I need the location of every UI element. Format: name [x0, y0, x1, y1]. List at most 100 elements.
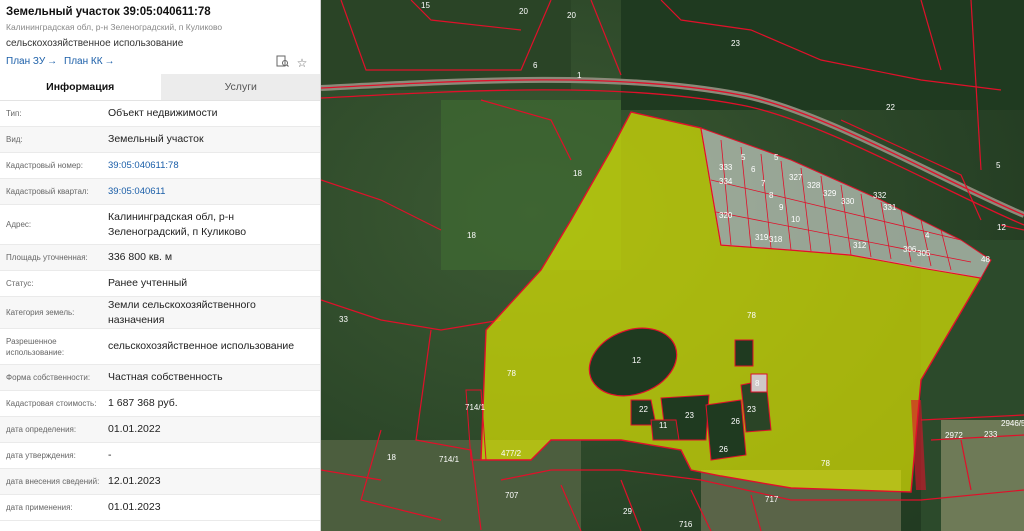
attribute-label: дата определения:: [6, 425, 77, 434]
locate-plan-icon[interactable]: [274, 55, 290, 71]
parcel-number-label: 18: [387, 453, 396, 462]
attribute-row: Кадастровый номер: 39:05:040611:78: [0, 153, 320, 179]
attribute-row: дата определения: 01.01.2022: [0, 417, 320, 443]
attribute-row: Форма собственности: Частная собственност…: [0, 365, 320, 391]
forest-area: [621, 0, 1024, 110]
attribute-label: Разрешенное использование:: [6, 336, 65, 357]
parcel-number-label: 714/1: [439, 455, 460, 464]
plan-zu-label: План ЗУ: [6, 56, 46, 67]
attribute-row: Тип: Объект недвижимости: [0, 101, 320, 127]
parcel-number-label: 10: [791, 215, 800, 224]
parcel-number-label: 327: [789, 173, 803, 182]
parcel-number-label: 15: [421, 1, 430, 10]
tab-services[interactable]: Услуги: [160, 74, 320, 100]
parcel-number-label: 332: [873, 191, 887, 200]
parcel-number-label: 2946/5: [1001, 419, 1024, 428]
attribute-row: дата утверждения: -: [0, 443, 320, 469]
parcel-number-label: 328: [807, 181, 821, 190]
attribute-value: 12.01.2023: [108, 475, 161, 487]
attribute-link[interactable]: 39:05:040611: [108, 184, 320, 199]
attribute-label: дата утверждения:: [6, 451, 76, 460]
parcel-number-label: 22: [886, 103, 895, 112]
panel-tabs: Информация Услуги: [0, 74, 320, 101]
parcel-number-label: 312: [853, 241, 867, 250]
attribute-row: Статус: Ранее учтенный: [0, 271, 320, 297]
parcel-number-label: 12: [997, 223, 1006, 232]
parcel-number-label: 29: [623, 507, 632, 516]
forest-patch: [734, 339, 754, 367]
parcel-number-label: 8: [769, 191, 774, 200]
parcel-number-label: 26: [731, 417, 740, 426]
parcel-number-label: 329: [823, 189, 837, 198]
map-view[interactable]: 15 20 20 23 6 1 22 5 5 18 18 33 12 78 78 78 23 8 23 26 26 11 2…: [321, 0, 1024, 531]
parcel-number-label: 333: [719, 163, 733, 172]
parcel-number-label: 233: [984, 430, 998, 439]
parcel-number-label: 23: [685, 411, 694, 420]
attribute-value: 01.01.2022: [108, 423, 161, 435]
tab-information[interactable]: Информация: [0, 74, 161, 100]
attribute-label: Статус:: [6, 279, 34, 288]
parcel-number-label: 9: [779, 203, 784, 212]
attribute-label: Адрес:: [6, 220, 32, 229]
attribute-label: Вид:: [6, 135, 23, 144]
parcel-number-label: 320: [719, 211, 733, 220]
parcel-number-label: 5: [996, 161, 1001, 170]
parcel-number-label: 6: [751, 165, 756, 174]
attribute-value: 01.01.2023: [108, 501, 161, 513]
plan-kk-link[interactable]: План КК →: [64, 56, 115, 67]
attribute-row: Площадь уточненная: 336 800 кв. м: [0, 245, 320, 271]
parcel-number-label: 5: [774, 153, 779, 162]
attribute-value: -: [108, 449, 112, 461]
parcel-number-label: 23: [747, 405, 756, 414]
parcel-number-label: 477/2: [501, 449, 522, 458]
parcel-number-label: 318: [769, 235, 783, 244]
parcel-number-label: 8: [755, 379, 760, 388]
attribute-row: Кадастровый квартал: 39:05:040611: [0, 179, 320, 205]
parcel-number-label: 306: [903, 245, 917, 254]
attribute-row: дата применения: 01.01.2023: [0, 495, 320, 521]
parcel-number-label: 78: [507, 369, 516, 378]
parcel-number-label: 78: [821, 459, 830, 468]
satellite-map[interactable]: 1520 202361225518183312787878238232626112…: [321, 0, 1024, 531]
attribute-row: Разрешенное использование: сельскохозяйст…: [0, 329, 320, 365]
parcel-number-label: 6: [533, 61, 538, 70]
attribute-value: 336 800 кв. м: [108, 251, 173, 263]
parcel-number-label: 12: [632, 356, 641, 365]
parcel-number-label: 717: [765, 495, 779, 504]
parcel-number-label: 331: [883, 203, 897, 212]
info-panel: Земельный участок 39:05:040611:78 Калини…: [0, 0, 321, 531]
star-icon[interactable]: ☆: [294, 55, 310, 71]
attribute-label: Кадастровый квартал:: [6, 187, 89, 196]
parcel-number-label: 305: [917, 249, 931, 258]
attribute-row: Вид: Земельный участок: [0, 127, 320, 153]
parcel-number-label: 7: [761, 179, 766, 188]
parcel-number-label: 2972: [945, 431, 963, 440]
attribute-value: Объект недвижимости: [108, 107, 218, 119]
attribute-label: Площадь уточненная:: [6, 253, 88, 262]
attribute-row: Категория земель: Земли сельскохозяйствен…: [0, 297, 320, 329]
attribute-label: дата внесения сведений:: [6, 477, 100, 486]
parcel-number-label: 22: [639, 405, 648, 414]
forest-area: [321, 0, 571, 90]
parcel-number-label: 78: [747, 311, 756, 320]
parcel-title: Земельный участок 39:05:040611:78: [6, 6, 211, 18]
parcel-number-label: 1: [577, 71, 582, 80]
parcel-number-label: 18: [573, 169, 582, 178]
parcel-number-label: 18: [467, 231, 476, 240]
plan-zu-link[interactable]: План ЗУ →: [6, 56, 57, 67]
parcel-number-label: 319: [755, 233, 769, 242]
attribute-table: Тип: Объект недвижимости Вид: Земельный уча…: [0, 101, 320, 521]
attribute-link[interactable]: 39:05:040611:78: [108, 158, 320, 173]
attribute-row: Адрес: Калининградская обл, р-н Зеленогра…: [0, 205, 320, 245]
attribute-value: Земельный участок: [108, 133, 204, 145]
plan-links: План ЗУ → План КК → ☆: [6, 55, 314, 74]
parcel-address: Калининградская обл, р-н Зеленоградский,…: [6, 22, 223, 32]
attribute-label: Кадастровый номер:: [6, 161, 83, 170]
attribute-label: Форма собственности:: [6, 373, 91, 382]
attribute-row: Кадастровая стоимость: 1 687 368 руб.: [0, 391, 320, 417]
parcel-number-label: 26: [719, 445, 728, 454]
parcel-number-label: 5: [741, 153, 746, 162]
parcel-number-label: 707: [505, 491, 519, 500]
parcel-number-label: 714/1: [465, 403, 486, 412]
parcel-number-label: 11: [659, 421, 668, 430]
